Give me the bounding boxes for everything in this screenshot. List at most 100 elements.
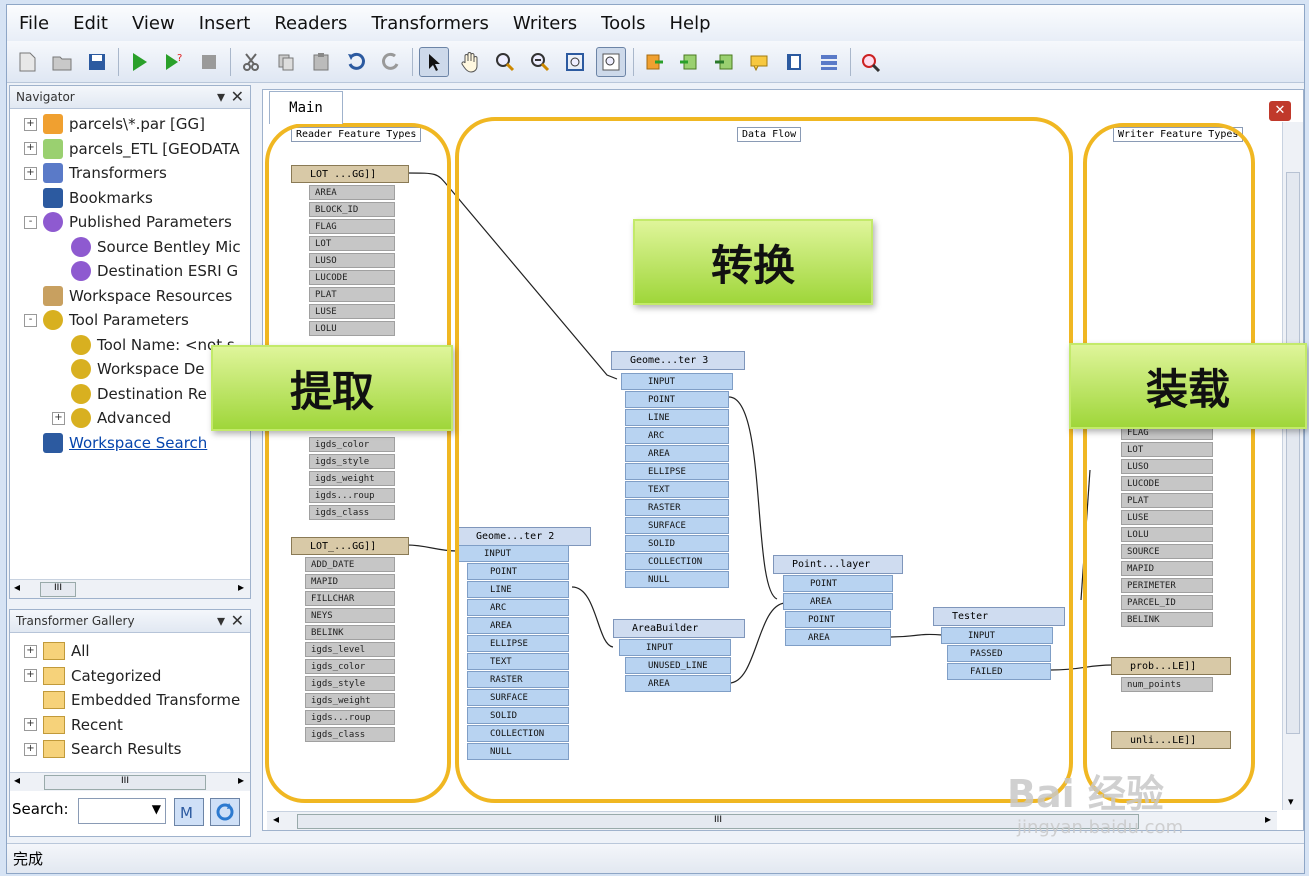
run-icon[interactable] [125, 48, 153, 76]
undo-icon[interactable] [342, 48, 370, 76]
navigator-item[interactable]: Workspace De [52, 359, 205, 379]
expand-icon[interactable]: + [24, 644, 37, 658]
navigator-item-label: Workspace De [97, 360, 205, 378]
navigator-item-label: Advanced [97, 409, 172, 427]
navigator-item[interactable]: + Transformers [24, 163, 167, 183]
navigator-scrollbar[interactable]: ◂ III ▸ [10, 579, 250, 598]
gallery-item-label: Embedded Transforme [71, 691, 241, 709]
navigator-item[interactable]: Destination Re [52, 383, 207, 404]
navigator-item-label: Source Bentley Mic [97, 237, 241, 256]
status-text: 完成 [13, 850, 44, 868]
select-arrow-icon[interactable] [419, 46, 449, 77]
menu-transformers[interactable]: Transformers [359, 13, 500, 34]
navigator-item-label: Transformers [69, 164, 167, 182]
transformer-icon[interactable] [815, 48, 843, 76]
tab-main[interactable]: Main [269, 91, 343, 124]
redo-icon[interactable] [377, 48, 405, 76]
paste-icon[interactable] [307, 48, 335, 76]
chevron-down-icon[interactable]: ▼ [152, 802, 161, 816]
zoom-extents-icon[interactable] [561, 48, 589, 76]
navigator-item[interactable]: Destination ESRI G [52, 261, 238, 281]
new-file-icon[interactable] [13, 48, 41, 76]
menu-tools[interactable]: Tools [589, 13, 657, 34]
save-icon[interactable] [83, 48, 111, 76]
navigator-item[interactable]: - Tool Parameters [24, 310, 189, 330]
close-tab-icon[interactable]: ✕ [1269, 101, 1291, 121]
expand-icon[interactable]: - [24, 215, 37, 229]
import-feature-icon[interactable] [710, 48, 738, 76]
gallery-item[interactable]: + Categorized [24, 666, 162, 685]
gallery-item-label: All [71, 642, 90, 660]
menu-readers[interactable]: Readers [262, 13, 359, 34]
navigator-item-label: Workspace Search [69, 433, 208, 452]
navigator-panel: Navigator ▾ ✕ + parcels\*.par [GG] + parcel… [9, 85, 251, 599]
inspect-icon[interactable] [857, 48, 885, 76]
navigator-item[interactable]: - Published Parameters [24, 212, 232, 232]
gallery-item[interactable]: + Search Results [24, 740, 181, 758]
svg-text:?: ? [177, 53, 182, 64]
navigator-item[interactable]: Bookmarks [24, 187, 153, 208]
navigator-item[interactable]: Tool Name: <not s [52, 334, 235, 355]
gear-icon [43, 310, 63, 330]
navigator-item[interactable]: Source Bentley Mic [52, 236, 241, 257]
transformers-icon [43, 163, 63, 183]
cut-icon[interactable] [237, 48, 265, 76]
navigator-item-label: Workspace Resources [69, 286, 233, 305]
menu-edit[interactable]: Edit [61, 13, 120, 34]
zoom-out-icon[interactable] [526, 48, 554, 76]
navigator-item-label: Destination Re [97, 384, 207, 403]
canvas-vscrollbar[interactable]: ▾ [1282, 122, 1303, 810]
bookmark-icon[interactable] [780, 48, 808, 76]
gallery-title: Transformer Gallery [16, 614, 135, 628]
menu-help[interactable]: Help [657, 13, 722, 34]
search-button[interactable]: M [174, 798, 204, 826]
parameters-icon [43, 212, 63, 232]
menu-insert[interactable]: Insert [187, 13, 263, 34]
expand-icon[interactable]: - [24, 313, 37, 327]
gallery-item[interactable]: Embedded Transforme [24, 691, 240, 709]
navigator-item-label: Published Parameters [69, 213, 232, 231]
app-window: File Edit View Insert Readers Transforme… [6, 4, 1307, 874]
folder-icon [43, 715, 65, 734]
gallery-item[interactable]: + Recent [24, 715, 123, 734]
expand-icon[interactable]: + [24, 669, 37, 682]
menu-writers[interactable]: Writers [501, 13, 589, 34]
expand-icon[interactable]: + [24, 742, 37, 756]
gallery-item-label: Categorized [71, 666, 162, 685]
expand-icon[interactable]: + [24, 117, 37, 131]
expand-icon[interactable]: + [24, 142, 37, 155]
refresh-button[interactable] [210, 798, 240, 826]
pan-hand-icon[interactable] [456, 48, 484, 76]
navigator-item[interactable]: + Advanced [52, 408, 171, 428]
watermark-logo: Bai 经验 [1007, 772, 1164, 816]
expand-icon[interactable]: + [52, 411, 65, 425]
zoom-in-icon[interactable] [491, 48, 519, 76]
zoom-selection-icon[interactable] [596, 46, 626, 77]
navigator-item[interactable]: Workspace Resources [24, 285, 233, 306]
navigator-item[interactable]: Workspace Search [24, 432, 208, 453]
parameter-icon [71, 261, 91, 281]
gallery-scrollbar[interactable]: ◂ III ▸ [10, 772, 250, 791]
folder-icon [43, 666, 65, 685]
add-reader-icon[interactable] [640, 48, 668, 76]
add-writer-icon[interactable] [675, 48, 703, 76]
gallery-header: Transformer Gallery ▾ ✕ [10, 610, 250, 633]
gallery-item[interactable]: + All [24, 642, 90, 660]
bookmarks-icon [43, 187, 63, 208]
expand-icon[interactable]: + [24, 166, 37, 180]
close-icon[interactable]: ▾ ✕ [217, 87, 244, 106]
stop-icon[interactable] [195, 48, 223, 76]
gear-icon [71, 408, 91, 428]
menu-view[interactable]: View [120, 13, 187, 34]
annotation-icon[interactable] [745, 48, 773, 76]
expand-icon[interactable]: + [24, 718, 37, 731]
extract-label: 提取 [211, 345, 453, 431]
navigator-item[interactable]: + parcels_ETL [GEODATA [24, 138, 240, 159]
open-folder-icon[interactable] [48, 48, 76, 76]
navigator-item[interactable]: + parcels\*.par [GG] [24, 114, 205, 134]
run-prompt-icon[interactable]: ? [160, 48, 188, 76]
search-input[interactable]: ▼ [78, 798, 166, 824]
copy-icon[interactable] [272, 48, 300, 76]
close-icon[interactable]: ▾ ✕ [217, 611, 244, 630]
menu-file[interactable]: File [7, 13, 61, 34]
